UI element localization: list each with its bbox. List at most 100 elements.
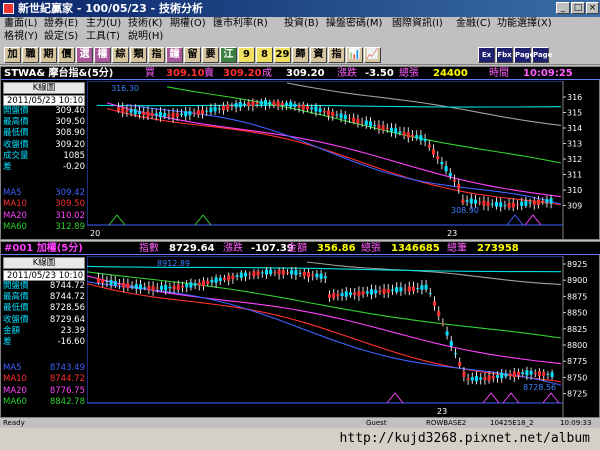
toolbar-btn-category[interactable]: 類	[130, 47, 147, 63]
candle	[370, 289, 373, 295]
high-label: 316.30	[111, 84, 139, 93]
menu-securities[interactable]: 證券(E)	[44, 17, 78, 30]
toolbar-btn-trend[interactable]: 📈	[364, 47, 381, 63]
panel1-volume-label: 總張	[399, 68, 419, 79]
candle	[151, 285, 155, 291]
panel1-symbol[interactable]: STWA& 摩台指&(5分)	[4, 67, 113, 80]
y-tick-label: 310	[567, 186, 582, 195]
toolbar-btn-8[interactable]: 8	[256, 47, 273, 63]
candle	[227, 275, 231, 281]
menu-screen[interactable]: 畫面(L)	[4, 17, 37, 30]
toolbar-btn-chart[interactable]: 📊	[346, 47, 363, 63]
menu-trading-code[interactable]: 操盤密碼(M)	[326, 17, 382, 30]
toolbar-btn-fbx[interactable]: Fbx	[496, 47, 513, 63]
menu-main-force[interactable]: 主力(U)	[86, 17, 121, 30]
toolbar-btn-return[interactable]: 歸	[292, 47, 309, 63]
menu-settings[interactable]: 設定(S)	[44, 30, 78, 43]
panel1-kline-tab[interactable]: K線圖	[3, 82, 85, 94]
toolbar-btn-page-up[interactable]: Page	[514, 47, 534, 63]
toolbar-btn-rights[interactable]: 權	[94, 47, 111, 63]
info-row: 最低價 8728.56	[3, 303, 85, 314]
candle	[449, 340, 453, 346]
candle	[129, 109, 133, 113]
panel1-kline-chart[interactable]: 316 315 314 313 312 311 310 309 316.30 308.90 20 23	[87, 81, 599, 239]
toolbar-btn-page-down[interactable]: Page	[532, 47, 552, 63]
candle	[239, 272, 243, 278]
candle	[419, 135, 423, 141]
candle	[185, 284, 189, 288]
candle	[172, 285, 176, 290]
chart-panel-taiex-futures[interactable]: STWA& 摩台指&(5分) 買 309.10 賣 309.20 成 309.2…	[0, 66, 600, 240]
candle	[482, 200, 486, 206]
info-row-value: 8744.72	[49, 292, 85, 303]
toolbar-btn-overview[interactable]: 綜	[112, 47, 129, 63]
candle	[252, 271, 256, 277]
menu-intl-info[interactable]: 國際資訊(I)	[392, 17, 443, 30]
toolbar-btn-river[interactable]: 江	[220, 47, 237, 63]
menu-tools[interactable]: 工具(T)	[86, 30, 120, 43]
minimize-button[interactable]: _	[556, 2, 570, 14]
toolbar-btn-futures[interactable]: 期	[40, 47, 57, 63]
candle	[512, 371, 516, 378]
ma-label: MA10	[3, 374, 27, 385]
candle	[311, 274, 315, 276]
toolbar-btn-keep[interactable]: 留	[184, 47, 201, 63]
menu-help[interactable]: 說明(H)	[128, 30, 163, 43]
toolbar-btn-key[interactable]: 要	[202, 47, 219, 63]
info-row-label: 最低價	[3, 128, 29, 139]
toolbar-btn-ex[interactable]: Ex	[478, 47, 495, 63]
info-row: 成交量 1085	[3, 151, 85, 162]
candle	[385, 128, 389, 130]
menu-technical[interactable]: 技術(K)	[128, 17, 162, 30]
candle	[235, 275, 239, 277]
panel2-kline-chart[interactable]: 8925 8900 8875 8850 8825 8800 8775 8750 8725 8912…	[87, 256, 599, 417]
candle	[349, 292, 352, 296]
menu-options[interactable]: 期權(O)	[170, 17, 206, 30]
candle	[289, 101, 293, 108]
window-titlebar: 新世紀贏家 - 100/05/23 - 技術分析 _ □ ×	[0, 0, 600, 17]
toolbar-btn-indicator[interactable]: 指	[328, 47, 345, 63]
toolbar-btn-clock[interactable]: 鐘	[166, 47, 183, 63]
toolbar-btn-index[interactable]: 指	[148, 47, 165, 63]
menu-invest[interactable]: 投資(B)	[284, 17, 319, 30]
candle	[171, 112, 175, 118]
panel2-change-label: 漲跌	[223, 243, 243, 254]
ma-row: MA10 8744.72	[3, 374, 85, 385]
ma-line	[87, 271, 562, 339]
toolbar-btn-add[interactable]: 加	[4, 47, 21, 63]
panel2-kline-tab[interactable]: K線圖	[3, 257, 85, 269]
ma-label: MA5	[3, 363, 22, 374]
candle	[491, 376, 495, 379]
info-row: 差 -16.60	[3, 337, 85, 348]
toolbar-btn-9[interactable]: 9	[238, 47, 255, 63]
candle	[302, 271, 306, 277]
candle	[248, 273, 252, 275]
candle	[528, 202, 532, 204]
candle	[445, 331, 449, 336]
ma-line	[166, 86, 562, 164]
candle	[306, 106, 309, 110]
menu-finance[interactable]: 金融(C)	[456, 17, 491, 30]
toolbar-btn-price[interactable]: 價	[58, 47, 75, 63]
panel2-symbol[interactable]: #001 加權(5分)	[4, 242, 83, 255]
menu-view[interactable]: 格視(Y)	[4, 30, 38, 43]
chart-panel-taiex-index[interactable]: #001 加權(5分) 指數 8729.64 漲跌 -107.39 金額 356…	[0, 241, 600, 418]
signal-marker	[506, 214, 524, 226]
candle	[133, 109, 137, 115]
candle	[310, 107, 314, 110]
toolbar-btn-job[interactable]: 職	[22, 47, 39, 63]
candle	[490, 203, 494, 205]
toolbar-btn-29[interactable]: 29	[274, 47, 291, 63]
candle	[499, 202, 503, 207]
toolbar-btn-select[interactable]: 選	[76, 47, 93, 63]
menu-fx-rates[interactable]: 匯市利率(R)	[213, 17, 268, 30]
close-button[interactable]: ×	[586, 2, 599, 14]
candle	[322, 110, 326, 113]
toolbar-btn-funds[interactable]: 資	[310, 47, 327, 63]
menu-function-select[interactable]: 功能選擇(X)	[497, 17, 552, 30]
candle	[516, 204, 519, 206]
maximize-button[interactable]: □	[571, 2, 585, 14]
candle	[486, 201, 490, 206]
panel2-volume-label: 總張	[361, 243, 381, 254]
candle	[538, 371, 541, 377]
